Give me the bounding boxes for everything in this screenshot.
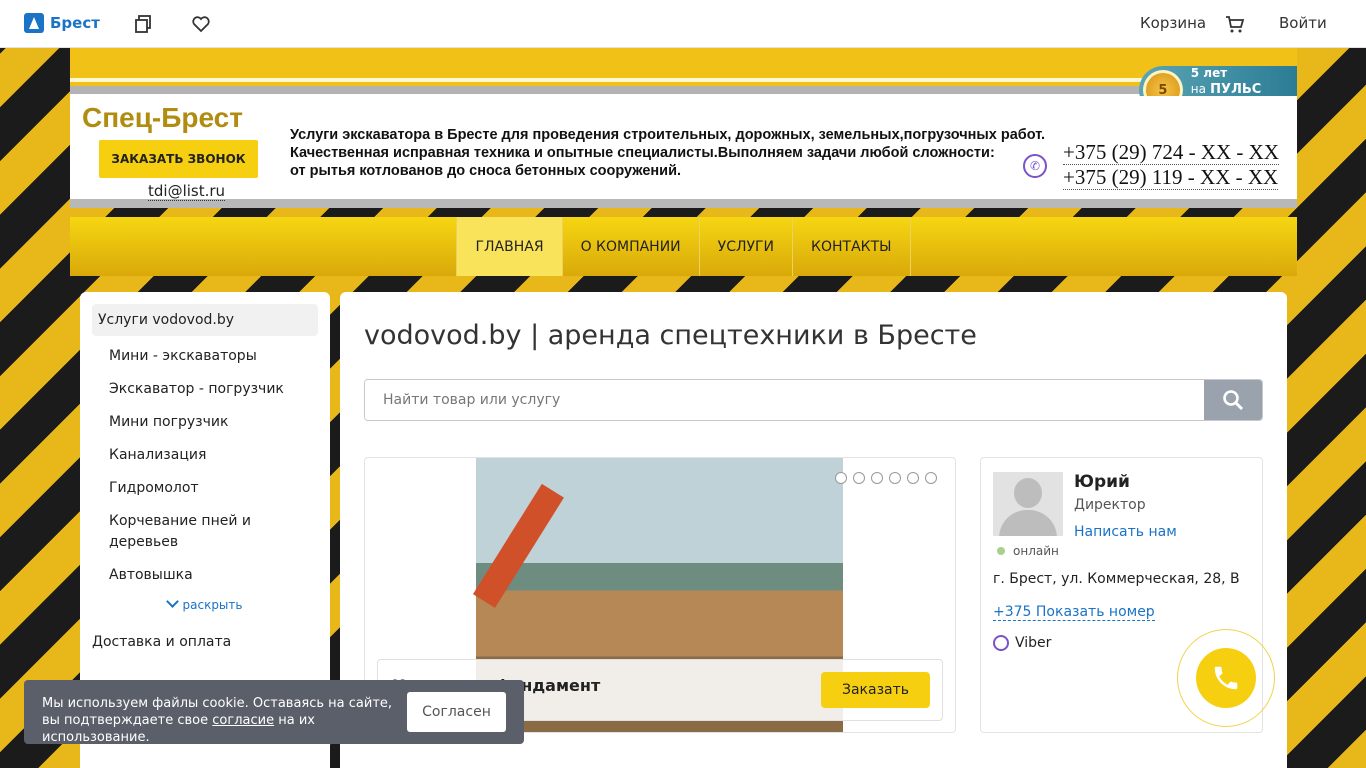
- order-button[interactable]: Заказать: [821, 672, 930, 708]
- phone-2[interactable]: +375 (29) 119 - XX - XX: [1063, 165, 1279, 190]
- main-nav: ГЛАВНАЯ О КОМПАНИИ УСЛУГИ КОНТАКТЫ: [70, 217, 1297, 276]
- phone-icon: [1214, 666, 1238, 690]
- nav-contacts[interactable]: КОНТАКТЫ: [793, 217, 911, 276]
- nav-services[interactable]: УСЛУГИ: [700, 217, 794, 276]
- viber-icon[interactable]: ✆: [1023, 154, 1047, 178]
- header-description: Услуги экскаватора в Бресте для проведен…: [290, 127, 1046, 179]
- online-dot-icon: [997, 547, 1005, 555]
- cart-icon[interactable]: [1224, 13, 1246, 35]
- phone-1[interactable]: +375 (29) 724 - XX - XX: [1063, 140, 1279, 165]
- badge-line1: 5 лет: [1190, 66, 1228, 80]
- logo-text: Брест: [50, 14, 100, 32]
- email-link[interactable]: tdi@list.ru: [148, 182, 226, 201]
- search-icon: [1223, 390, 1244, 411]
- search-input[interactable]: [365, 380, 1204, 420]
- sidebar-item-mini-loader[interactable]: Мини погрузчик: [80, 412, 300, 433]
- sidebar-item-stump-removal[interactable]: Корчевание пней и деревьев: [80, 511, 300, 553]
- sidebar-item-hydrohammer[interactable]: Гидромолот: [80, 478, 300, 499]
- slider-dot-5[interactable]: [907, 472, 919, 484]
- avatar: [993, 472, 1063, 536]
- slider-dot-6[interactable]: [925, 472, 937, 484]
- slider-dots: [835, 472, 937, 484]
- slider-dot-3[interactable]: [871, 472, 883, 484]
- cart-link[interactable]: Корзина: [1140, 14, 1206, 32]
- contact-name: Юрий: [1074, 472, 1130, 492]
- sidebar-delivery-link[interactable]: Доставка и оплата: [80, 634, 330, 650]
- favorites-heart-icon[interactable]: [190, 13, 212, 35]
- cookie-text: Мы используем файлы cookie. Оставаясь на…: [42, 696, 393, 745]
- viber-link[interactable]: Viber: [993, 635, 1051, 651]
- sidebar-expand[interactable]: раскрыть: [80, 595, 330, 612]
- write-us-link[interactable]: Написать нам: [1074, 524, 1177, 540]
- excavator-arm-shape: [472, 483, 564, 608]
- compare-icon[interactable]: [132, 13, 154, 35]
- chevron-down-icon: [165, 595, 179, 608]
- search-button[interactable]: [1204, 380, 1262, 420]
- nav-home[interactable]: ГЛАВНАЯ: [456, 217, 563, 276]
- sidebar-item-aerial-platform[interactable]: Автовышка: [80, 565, 300, 586]
- slider-dot-4[interactable]: [889, 472, 901, 484]
- contact-role: Директор: [1074, 497, 1146, 513]
- sidebar-item-sewer[interactable]: Канализация: [80, 445, 300, 466]
- site-brand[interactable]: Спец-Брест: [82, 102, 243, 134]
- login-link[interactable]: Войти: [1279, 14, 1327, 32]
- logo-mark-icon: [24, 13, 44, 33]
- cookie-accept-button[interactable]: Согласен: [407, 692, 506, 732]
- online-status: онлайн: [997, 544, 1059, 558]
- city-logo[interactable]: Брест: [24, 13, 100, 33]
- nav-about[interactable]: О КОМПАНИИ: [563, 217, 700, 276]
- viber-icon-small: [993, 635, 1009, 651]
- top-bar: Брест Корзина Войти: [0, 0, 1366, 48]
- cookie-banner: Мы используем файлы cookie. Оставаясь на…: [24, 680, 524, 745]
- contact-address: г. Брест, ул. Коммерческая, 28, В: [993, 571, 1240, 587]
- header-panel: Спец-Брест ЗАКАЗАТЬ ЗВОНОК tdi@list.ru У…: [70, 96, 1297, 208]
- search-bar: [364, 379, 1263, 421]
- slider-dot-2[interactable]: [853, 472, 865, 484]
- slider-dot-1[interactable]: [835, 472, 847, 484]
- show-phone-link[interactable]: +375 Показать номер: [993, 604, 1155, 621]
- order-call-button[interactable]: ЗАКАЗАТЬ ЗВОНОК: [99, 140, 258, 178]
- sidebar-item-backhoe[interactable]: Экскаватор - погрузчик: [80, 379, 300, 400]
- call-fab-button[interactable]: [1196, 648, 1256, 708]
- header-stripe: [70, 48, 1297, 96]
- sidebar-item-mini-excavators[interactable]: Мини - экскаваторы: [80, 346, 300, 367]
- page-title: vodovod.by | аренда спецтехники в Бресте: [364, 320, 977, 351]
- consent-link[interactable]: согласие: [212, 713, 274, 728]
- sidebar-heading[interactable]: Услуги vodovod.by: [92, 304, 318, 336]
